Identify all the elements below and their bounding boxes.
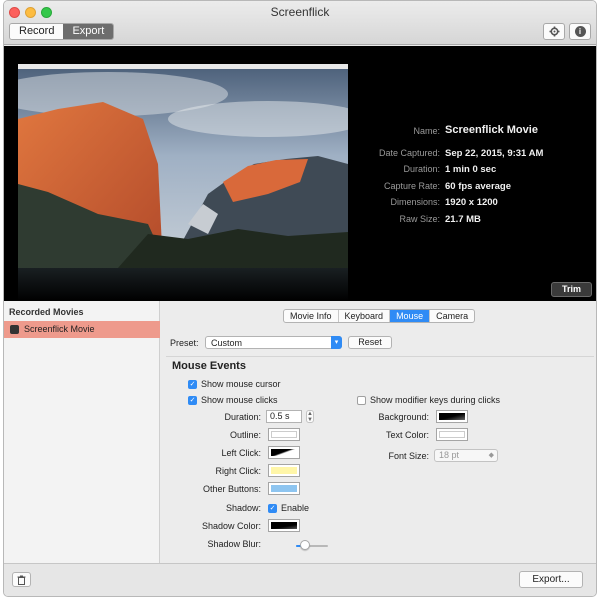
thumbnail-reflection — [18, 268, 348, 301]
info-row-dimensions: Dimensions: 1920 x 1200 — [390, 197, 498, 208]
gear-icon — [549, 26, 559, 37]
tab-mouse[interactable]: Mouse — [390, 310, 431, 322]
window-title: Screenflick — [270, 5, 330, 19]
show-clicks-checkbox[interactable]: ✓ — [188, 396, 197, 405]
shadow-blur-knob[interactable] — [299, 540, 310, 550]
background-color-well[interactable] — [436, 410, 468, 423]
other-buttons-swatch — [271, 485, 297, 492]
trash-icon — [17, 575, 26, 585]
show-clicks-label: Show mouse clicks — [201, 395, 278, 405]
other-buttons-color-well[interactable] — [268, 482, 300, 495]
shadow-color-swatch — [271, 522, 297, 529]
left-click-swatch — [271, 449, 297, 456]
preset-label: Preset: — [170, 338, 199, 348]
left-click-label: Left Click: — [221, 448, 261, 458]
info-row-capture-rate: Capture Rate: 60 fps average — [383, 181, 512, 192]
divider — [166, 356, 594, 357]
chevron-down-icon: ▾ — [331, 336, 342, 349]
left-click-color-well[interactable] — [268, 446, 300, 459]
section-title: Mouse Events — [172, 360, 246, 372]
record-tab[interactable]: Record — [10, 24, 64, 39]
shadow-label: Shadow: — [225, 503, 261, 513]
shadow-color-well[interactable] — [268, 519, 300, 532]
shadow-enable-label: Enable — [281, 503, 310, 513]
footer-bar: Export... — [4, 563, 596, 596]
info-row-raw-size: Raw Size: 21.7 MB — [399, 214, 481, 225]
info-row-date: Date Captured: Sep 22, 2015, 9:31 AM — [378, 148, 544, 159]
shadow-color-label: Shadow Color: — [201, 521, 261, 531]
outline-swatch — [271, 431, 297, 438]
outline-color-well[interactable] — [268, 428, 300, 441]
right-click-swatch — [271, 467, 297, 474]
mode-segmented-control: Record Export — [9, 23, 115, 40]
text-color-label: Text Color: — [385, 430, 429, 440]
info-icon: i — [574, 26, 586, 37]
export-tab[interactable]: Export — [63, 24, 114, 39]
other-buttons-label: Other Buttons: — [202, 484, 261, 494]
duration-field[interactable]: 0.5 s — [266, 410, 302, 423]
delete-button[interactable] — [12, 572, 31, 587]
background-label: Background: — [378, 412, 429, 422]
app-window: Screenflick Record Export i Name: Screen… — [3, 0, 597, 597]
settings-panel: Movie Info Keyboard Mouse Camera Preset:… — [161, 301, 596, 563]
info-row-name: Name: Screenflick Movie — [413, 124, 538, 136]
preset-select[interactable]: Custom ▾ — [205, 336, 342, 349]
shadow-blur-label: Shadow Blur: — [207, 539, 261, 549]
settings-button[interactable] — [543, 23, 565, 40]
settings-tabs: Movie Info Keyboard Mouse Camera — [283, 309, 476, 323]
show-cursor-checkbox[interactable]: ✓ — [188, 380, 197, 389]
shadow-enable-checkbox[interactable]: ✓ — [268, 504, 277, 513]
reset-button[interactable]: Reset — [348, 336, 392, 349]
show-modifiers-checkbox[interactable] — [357, 396, 366, 405]
show-cursor-label: Show mouse cursor — [201, 379, 281, 389]
movie-icon — [10, 325, 19, 334]
right-click-color-well[interactable] — [268, 464, 300, 477]
duration-label: Duration: — [224, 412, 261, 422]
title-bar: Screenflick Record Export i — [4, 1, 596, 45]
tab-movie-info[interactable]: Movie Info — [284, 310, 339, 322]
tab-keyboard[interactable]: Keyboard — [339, 310, 391, 322]
trim-button[interactable]: Trim — [551, 282, 592, 297]
chevron-updown-icon: ◆ — [488, 452, 494, 459]
tab-camera[interactable]: Camera — [430, 310, 474, 322]
sidebar-item-movie[interactable]: Screenflick Movie — [4, 321, 160, 338]
info-row-duration: Duration: 1 min 0 sec — [403, 164, 497, 175]
show-modifiers-label: Show modifier keys during clicks — [370, 395, 501, 405]
mountain-image — [18, 64, 348, 268]
right-click-label: Right Click: — [215, 466, 261, 476]
movie-thumbnail[interactable] — [18, 64, 348, 268]
font-size-label: Font Size: — [388, 451, 429, 461]
duration-stepper[interactable]: ▲ ▼ — [306, 410, 314, 423]
text-color-well[interactable] — [436, 428, 468, 441]
outline-label: Outline: — [229, 430, 261, 440]
text-color-swatch — [439, 431, 465, 438]
recorded-movies-sidebar: Recorded Movies Screenflick Movie — [4, 301, 160, 563]
sidebar-heading: Recorded Movies — [9, 307, 84, 317]
sidebar-item-label: Screenflick Movie — [24, 324, 95, 334]
font-size-select[interactable]: 18 pt ◆ — [434, 449, 498, 462]
background-swatch — [439, 413, 465, 420]
export-button[interactable]: Export... — [519, 571, 583, 588]
movie-preview: Name: Screenflick Movie Date Captured: S… — [4, 46, 596, 301]
info-button[interactable]: i — [569, 23, 591, 40]
